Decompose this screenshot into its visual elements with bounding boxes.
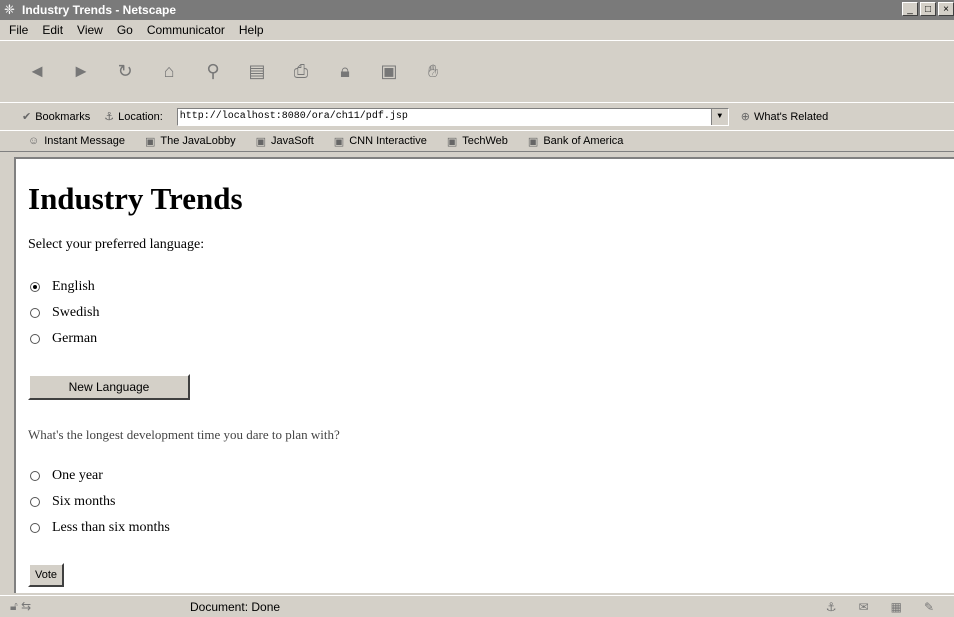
bookmark-icon: ✔ <box>22 111 32 123</box>
bookmarks-button[interactable]: ✔ Bookmarks <box>22 110 90 124</box>
menu-communicator[interactable]: Communicator <box>140 23 232 37</box>
window-title: Industry Trends - Netscape <box>22 3 177 17</box>
netscape-guide-icon[interactable]: ▤ <box>242 59 272 83</box>
page-content: Industry Trends Select your preferred la… <box>14 157 954 593</box>
question-text: What's the longest development time you … <box>28 427 340 442</box>
option-one-year[interactable]: One year <box>30 468 103 484</box>
whats-related-button[interactable]: ⊕ What's Related <box>740 110 828 124</box>
title-bar: ❈ Industry Trends - Netscape _ □ × <box>0 0 954 20</box>
location-label: ⚓ Location: <box>104 110 163 124</box>
bookmark-bank-of-america[interactable]: ▣ Bank of America <box>528 135 624 148</box>
status-text: Document: Done <box>190 599 281 614</box>
personal-toolbar: ☺ Instant Message ▣ The JavaLobby ▣ JavaSof… <box>0 130 954 152</box>
menu-file[interactable]: File <box>2 23 35 37</box>
language-option-german[interactable]: German <box>30 331 97 347</box>
bookmark-techweb[interactable]: ▣ TechWeb <box>447 135 508 148</box>
shop-icon[interactable]: ▣ <box>374 59 404 83</box>
language-prompt: Select your preferred language: <box>28 237 205 252</box>
radio-less-than-six-months[interactable] <box>30 523 40 533</box>
menu-help[interactable]: Help <box>232 23 271 37</box>
minimize-button[interactable]: _ <box>902 2 918 16</box>
radio-german[interactable] <box>30 334 40 344</box>
mail-icon[interactable]: ✉ <box>859 600 869 614</box>
bookmark-instant-message[interactable]: ☺ Instant Message <box>28 135 125 147</box>
option-less-than-six-months[interactable]: Less than six months <box>30 520 170 536</box>
stop-icon[interactable]: ✋︎ <box>418 59 448 83</box>
chevron-down-icon[interactable]: ▼ <box>710 108 728 125</box>
composer-icon[interactable]: ✎ <box>924 600 934 614</box>
related-icon: ⊕ <box>740 111 750 123</box>
vote-button[interactable]: Vote <box>28 563 64 587</box>
menu-go[interactable]: Go <box>110 23 140 37</box>
reload-icon[interactable]: ↻ <box>110 59 140 83</box>
radio-english[interactable] <box>30 282 40 292</box>
location-icon: ⚓ <box>104 111 115 123</box>
maximize-button[interactable]: □ <box>920 2 936 16</box>
netscape-icon: ❈ <box>4 2 15 17</box>
newsgroups-icon[interactable]: ▦ <box>891 600 902 614</box>
page-icon: ▣ <box>333 135 345 148</box>
page-icon: ▣ <box>527 135 539 148</box>
menu-bar: File Edit View Go Communicator Help <box>0 20 954 40</box>
new-language-button[interactable]: New Language <box>28 374 190 400</box>
radio-six-months[interactable] <box>30 497 40 507</box>
location-toolbar: ✔ Bookmarks ⚓ Location: http://localhost:8… <box>0 102 954 130</box>
home-icon[interactable]: ⌂ <box>154 59 184 83</box>
bookmark-javasoft[interactable]: ▣ JavaSoft <box>256 135 314 148</box>
print-icon[interactable]: ⎙ <box>286 59 316 83</box>
radio-swedish[interactable] <box>30 308 40 318</box>
security-icon[interactable]: 🔒︎ <box>330 59 360 83</box>
forward-icon[interactable]: ► <box>66 59 96 83</box>
language-option-swedish[interactable]: Swedish <box>30 305 99 321</box>
back-icon[interactable]: ◄ <box>22 59 52 83</box>
security-status-icon[interactable]: 🔓︎ ⇆ <box>0 599 190 614</box>
close-button[interactable]: × <box>938 2 954 16</box>
menu-view[interactable]: View <box>70 23 110 37</box>
option-six-months[interactable]: Six months <box>30 494 115 510</box>
bookmark-cnn[interactable]: ▣ CNN Interactive <box>334 135 427 148</box>
navigator-icon[interactable]: ⚓ <box>826 600 837 614</box>
radio-one-year[interactable] <box>30 471 40 481</box>
menu-edit[interactable]: Edit <box>35 23 70 37</box>
person-icon: ☺ <box>28 135 40 147</box>
page-icon: ▣ <box>144 135 156 148</box>
page-icon: ▣ <box>446 135 458 148</box>
page-title: Industry Trends <box>28 181 243 216</box>
page-icon: ▣ <box>255 135 266 148</box>
navigation-toolbar: ◄ ► ↻ ⌂ ⚲ ▤ ⎙ 🔒︎ ▣ ✋︎ <box>0 40 954 100</box>
url-input[interactable]: http://localhost:8080/ora/ch11/pdf.jsp ▼ <box>176 107 729 126</box>
search-icon[interactable]: ⚲ <box>198 59 228 83</box>
language-option-english[interactable]: English <box>30 279 95 295</box>
status-bar: 🔓︎ ⇆ Document: Done ⚓ ✉ ▦ ✎ <box>0 595 954 617</box>
bookmark-javalobby[interactable]: ▣ The JavaLobby <box>145 135 236 148</box>
